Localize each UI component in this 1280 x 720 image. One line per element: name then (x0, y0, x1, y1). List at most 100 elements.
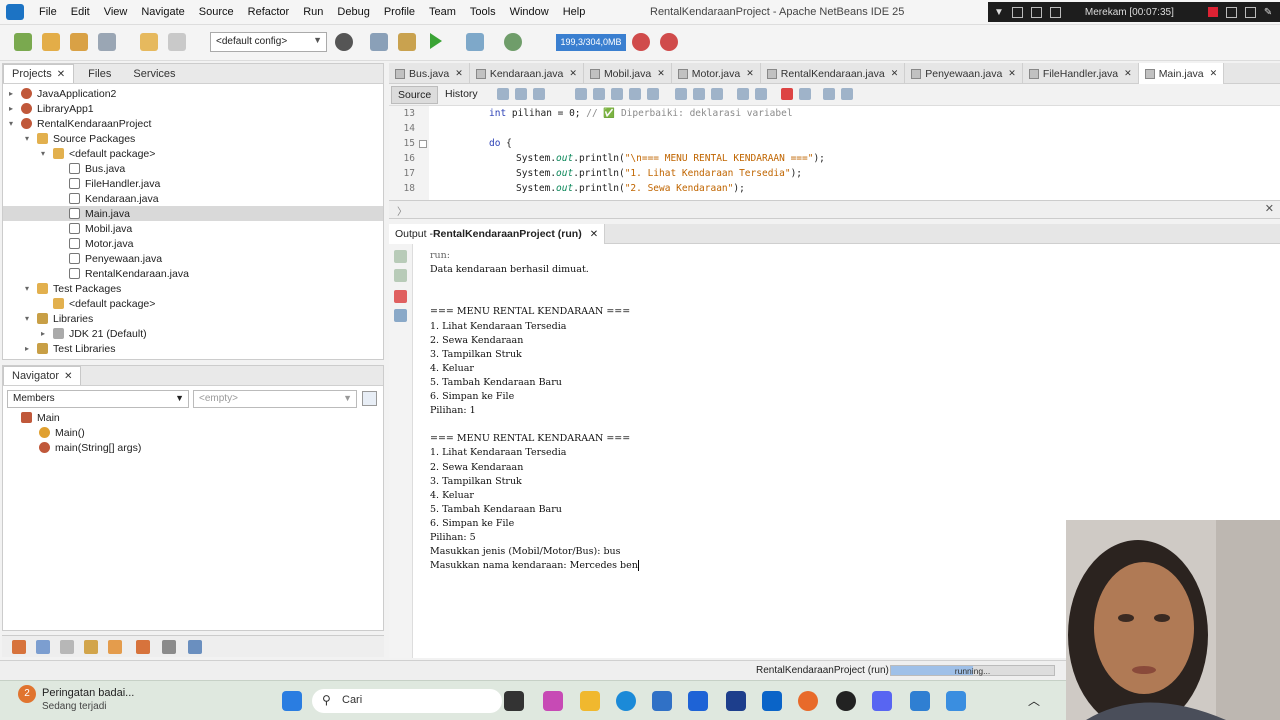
target-icon[interactable] (335, 33, 353, 51)
close-icon[interactable]: ✕ (1124, 68, 1132, 79)
expand-toggle-icon[interactable]: ▾ (25, 134, 37, 143)
tree-item[interactable]: <default package> (3, 296, 383, 311)
back-icon[interactable] (515, 88, 527, 100)
expand-toggle-icon[interactable]: ▾ (25, 314, 37, 323)
discord-icon[interactable] (872, 691, 892, 711)
editor-tab[interactable]: Penyewaan.java ✕ (905, 63, 1023, 84)
close-icon[interactable]: ✕ (1210, 68, 1218, 79)
app2-icon[interactable] (910, 691, 930, 711)
hierarchy-icon[interactable] (136, 640, 150, 654)
secondary-filter-select[interactable]: <empty> ▼ (193, 390, 357, 408)
tree-item[interactable]: FileHandler.java (3, 176, 383, 191)
menu-help[interactable]: Help (556, 6, 593, 18)
tree-item[interactable]: Motor.java (3, 236, 383, 251)
close-icon[interactable]: ✕ (891, 68, 899, 79)
expand-toggle-icon[interactable]: ▾ (9, 119, 21, 128)
expand-toggle-icon[interactable]: ▸ (9, 89, 21, 98)
menu-tools[interactable]: Tools (463, 6, 503, 18)
close-icon[interactable]: ✕ (1008, 68, 1016, 79)
tree-item[interactable]: ▸ JDK 21 (Default) (3, 326, 383, 341)
next-bookmark-icon[interactable] (693, 88, 705, 100)
file-explorer-icon[interactable] (580, 691, 600, 711)
close-icon[interactable]: ✕ (657, 68, 665, 79)
new-project-icon[interactable] (42, 33, 60, 51)
code-editor[interactable]: 13 int pilihan = 0; // ✅ Diperbaiki: dekl… (389, 106, 1280, 201)
columns-icon[interactable] (162, 640, 176, 654)
dropdown-icon[interactable]: ▼ (994, 7, 1004, 18)
run-icon[interactable] (430, 33, 442, 49)
weather-title[interactable]: Peringatan badai... (42, 687, 134, 699)
firefox-icon[interactable] (798, 691, 818, 711)
tree-item[interactable]: Mobil.java (3, 221, 383, 236)
config-select[interactable]: <default config> ▼ (210, 32, 327, 52)
tree-item[interactable]: Kendaraan.java (3, 191, 383, 206)
gc-icon[interactable] (632, 33, 650, 51)
editor-tab[interactable]: Main.java ✕ (1138, 63, 1225, 84)
task-view-icon[interactable] (504, 691, 524, 711)
menu-file[interactable]: File (32, 6, 64, 18)
pause-icon[interactable] (1225, 6, 1237, 18)
build-icon[interactable] (370, 33, 388, 51)
editor-tab[interactable]: Bus.java ✕ (389, 63, 470, 84)
outlook-icon[interactable] (762, 691, 782, 711)
menu-navigate[interactable]: Navigate (134, 6, 191, 18)
fold-toggle-icon[interactable] (419, 140, 427, 148)
expand-toggle-icon[interactable]: ▾ (25, 284, 37, 293)
navigator-item[interactable]: Main() (3, 425, 383, 440)
tree-item[interactable]: Bus.java (3, 161, 383, 176)
output-tab[interactable]: Output - RentalKendaraanProject (run) ✕ (389, 224, 606, 244)
tree-item[interactable]: Penyewaan.java (3, 251, 383, 266)
palette-icon[interactable] (12, 640, 26, 654)
camera-icon[interactable] (1244, 6, 1256, 18)
windows-start-icon[interactable] (282, 691, 302, 711)
menu-run[interactable]: Run (296, 6, 330, 18)
tree-item[interactable]: RentalKendaraan.java (3, 266, 383, 281)
tree-item[interactable]: ▾ Test Packages (3, 281, 383, 296)
redo-icon[interactable] (168, 33, 186, 51)
clean-build-icon[interactable] (398, 33, 416, 51)
window-icon[interactable] (1011, 6, 1023, 18)
close-icon[interactable]: ✕ (569, 68, 577, 79)
pen-icon[interactable]: ✎ (1264, 7, 1272, 18)
start-macro-icon[interactable] (781, 88, 793, 100)
forward-icon[interactable] (533, 88, 545, 100)
tab-services[interactable]: Services (125, 65, 183, 83)
stop-record-icon[interactable] (1207, 7, 1218, 17)
tree-item[interactable]: ▸ LibraryApp1 (3, 101, 383, 116)
settings-icon[interactable] (394, 309, 407, 322)
profile-icon[interactable] (504, 33, 522, 51)
menu-view[interactable]: View (97, 6, 135, 18)
tab-projects[interactable]: Projects ✕ (3, 64, 75, 83)
members-filter-select[interactable]: Members ▼ (7, 390, 189, 408)
editor-tab[interactable]: Kendaraan.java ✕ (470, 63, 584, 84)
debug-icon[interactable] (466, 33, 484, 51)
recorder-app-icon[interactable] (836, 691, 856, 711)
menu-refactor[interactable]: Refactor (241, 6, 297, 18)
prev-bookmark-icon[interactable] (675, 88, 687, 100)
shift-right-icon[interactable] (755, 88, 767, 100)
find-next-icon[interactable] (611, 88, 623, 100)
editor-tab[interactable]: Mobil.java ✕ (584, 63, 672, 84)
navigator-item[interactable]: Main (3, 410, 383, 425)
menu-debug[interactable]: Debug (330, 6, 376, 18)
rerun-params-icon[interactable] (394, 269, 407, 282)
expand-toggle-icon[interactable]: ▸ (25, 344, 37, 353)
stop-macro-icon[interactable] (799, 88, 811, 100)
menu-team[interactable]: Team (422, 6, 463, 18)
close-icon[interactable]: ✕ (590, 229, 598, 240)
weather-alert-icon[interactable]: 2 (18, 685, 36, 703)
expand-toggle-icon[interactable]: ▾ (41, 149, 53, 158)
copilot-icon[interactable] (543, 691, 563, 711)
stop-icon[interactable] (394, 290, 407, 303)
menu-window[interactable]: Window (503, 6, 556, 18)
tree-item[interactable]: ▸ JavaApplication2 (3, 86, 383, 101)
menu-edit[interactable]: Edit (64, 6, 97, 18)
tab-navigator[interactable]: Navigator ✕ (3, 366, 82, 385)
menu-profile[interactable]: Profile (377, 6, 422, 18)
close-icon[interactable]: ✕ (455, 68, 463, 79)
tree-item[interactable]: ▾ Source Packages (3, 131, 383, 146)
find-icon[interactable] (575, 88, 587, 100)
comment-icon[interactable] (823, 88, 835, 100)
source-tab[interactable]: Source (391, 86, 439, 104)
store-icon[interactable] (652, 691, 672, 711)
